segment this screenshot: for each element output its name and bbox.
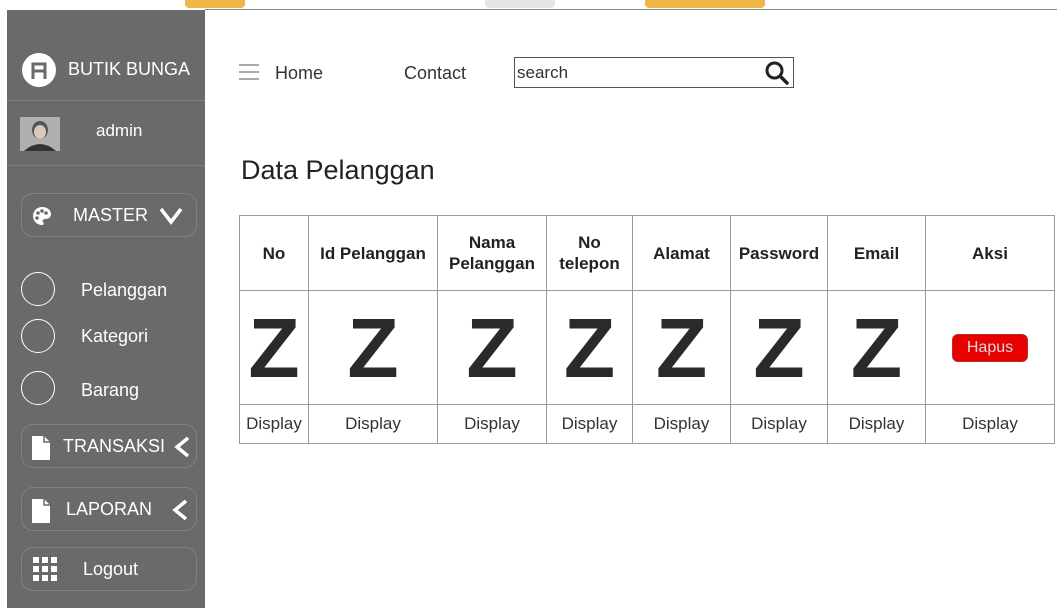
sidebar-item-label: Kategori [81, 326, 149, 346]
display-cell: Display [546, 404, 633, 444]
sidebar-item-kategori[interactable]: Kategori [21, 319, 197, 355]
column-header-password: Password [730, 215, 828, 291]
action-cell: Hapus [925, 290, 1055, 405]
sidebar-item-barang[interactable]: Barang [21, 371, 197, 407]
menu-transaksi[interactable]: TRANSAKSI [21, 424, 197, 468]
column-header-aksi: Aksi [925, 215, 1055, 291]
menu-master[interactable]: MASTER [21, 193, 197, 237]
palette-icon [32, 206, 52, 231]
radio-icon [21, 319, 55, 353]
menu-laporan-label: LAPORAN [66, 499, 153, 519]
user-name: admin [96, 121, 143, 140]
menu-laporan[interactable]: LAPORAN [21, 487, 197, 531]
display-cell: Display [239, 404, 309, 444]
avatar [20, 117, 60, 151]
menu-transaksi-label: TRANSAKSI [63, 436, 166, 456]
user-profile: admin [7, 101, 205, 166]
brand-logo-icon [22, 53, 56, 87]
search-input[interactable] [517, 62, 757, 84]
nav-home-link[interactable]: Home [275, 63, 323, 84]
table-row: Z Z Z Z Z Z Z Hapus [239, 290, 1055, 405]
display-cell: Display [437, 404, 547, 444]
column-header-alamat: Alamat [632, 215, 731, 291]
placeholder-cell: Z [546, 290, 633, 405]
grid-menu-icon [32, 556, 58, 587]
chevron-left-icon [172, 499, 188, 526]
logout-button[interactable]: Logout [21, 547, 197, 591]
sidebar-item-label: Pelanggan [81, 280, 168, 300]
placeholder-cell: Z [437, 290, 547, 405]
table-row: Display Display Display Display Display … [239, 404, 1055, 444]
logout-label: Logout [83, 559, 139, 579]
placeholder-cell: Z [827, 290, 926, 405]
radio-icon [21, 272, 55, 306]
sidebar-item-pelanggan[interactable]: Pelanggan [21, 272, 197, 308]
display-cell: Display [925, 404, 1055, 444]
column-header-id-pelanggan: Id Pelanggan [308, 215, 438, 291]
radio-icon [21, 371, 55, 405]
chevron-down-icon [159, 207, 183, 230]
display-cell: Display [730, 404, 828, 444]
document-icon [30, 435, 52, 466]
brand: BUTIK BUNGA [7, 10, 205, 101]
customer-table: No Id Pelanggan Nama Pelanggan No telepo… [239, 215, 1055, 444]
placeholder-cell: Z [730, 290, 828, 405]
chevron-left-icon [174, 436, 190, 463]
table-header-row: No Id Pelanggan Nama Pelanggan No telepo… [239, 215, 1055, 291]
nav-contact-link[interactable]: Contact [404, 63, 466, 84]
menu-master-label: MASTER [73, 205, 149, 225]
hamburger-icon[interactable] [239, 64, 259, 82]
sidebar: BUTIK BUNGA admin MASTER Pelanggan Kateg… [7, 10, 205, 608]
document-icon [30, 498, 52, 529]
header-banner-fragment [185, 0, 885, 8]
display-cell: Display [308, 404, 438, 444]
brand-name[interactable]: BUTIK BUNGA [68, 59, 190, 80]
search-icon[interactable] [764, 60, 790, 86]
header-divider [205, 9, 1057, 10]
column-header-no: No [239, 215, 309, 291]
placeholder-cell: Z [239, 290, 309, 405]
search-box [514, 57, 794, 88]
placeholder-cell: Z [632, 290, 731, 405]
column-header-no-telepon: No telepon [546, 215, 633, 291]
sidebar-item-label: Barang [81, 380, 140, 400]
placeholder-cell: Z [308, 290, 438, 405]
column-header-nama-pelanggan: Nama Pelanggan [437, 215, 547, 291]
page-title: Data Pelanggan [241, 155, 435, 185]
display-cell: Display [632, 404, 731, 444]
display-cell: Display [827, 404, 926, 444]
column-header-email: Email [827, 215, 926, 291]
delete-button[interactable]: Hapus [952, 333, 1028, 362]
